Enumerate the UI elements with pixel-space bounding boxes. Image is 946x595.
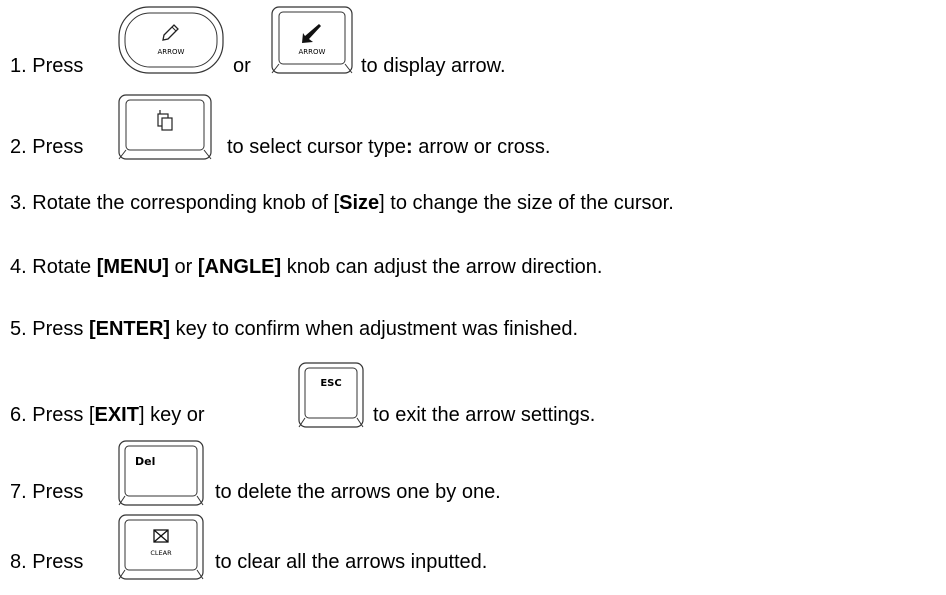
step-text: arrow or cross. xyxy=(412,136,551,158)
step-text: key to confirm when adjustment was finis… xyxy=(170,318,579,340)
step-5: 5. Press [ENTER] key to confirm when adj… xyxy=(10,317,578,341)
step-text: Press xyxy=(32,136,84,158)
step-1-or: or xyxy=(233,54,251,78)
step-text: to display arrow. xyxy=(361,55,506,77)
esc-key: ESC xyxy=(298,362,364,428)
step-1-rest: to display arrow. xyxy=(361,54,506,78)
step-7-rest: to delete the arrows one by one. xyxy=(215,480,501,504)
step-text: knob can adjust the arrow direction. xyxy=(281,256,603,278)
key-label: CLEAR xyxy=(150,549,172,557)
step-number: 6. xyxy=(10,404,27,426)
step-text: Rotate the corresponding knob of [ xyxy=(32,192,340,214)
step-text: Press xyxy=(32,318,89,340)
step-text: Press xyxy=(32,551,84,573)
step-number: 7. xyxy=(10,481,27,503)
cursor-type-key xyxy=(118,94,212,160)
step-2: 2. Press xyxy=(10,135,83,159)
step-text-bold: Size xyxy=(339,192,380,214)
step-2-rest: to select cursor type: arrow or cross. xyxy=(227,135,550,159)
step-text: to select cursor type xyxy=(227,136,406,158)
key-label: ESC xyxy=(320,378,341,389)
step-text: to clear all the arrows inputted. xyxy=(215,551,488,573)
step-number: 4. xyxy=(10,256,27,278)
step-7: 7. Press xyxy=(10,480,83,504)
step-text: ] to change the size of the cursor. xyxy=(379,192,674,214)
step-text-bold: : xyxy=(405,136,413,158)
step-text: Rotate xyxy=(32,256,97,278)
step-text: Press xyxy=(32,481,84,503)
step-number: 2. xyxy=(10,136,27,158)
clear-key: CLEAR xyxy=(118,514,204,580)
key-label: Del xyxy=(135,455,155,468)
step-number: 5. xyxy=(10,318,27,340)
arrow-key-rounded: ARROW xyxy=(118,6,224,74)
step-number: 3. xyxy=(10,192,27,214)
step-text: Press [ xyxy=(32,404,95,426)
step-text-bold: EXIT xyxy=(94,404,139,426)
step-text: Press xyxy=(32,55,84,77)
step-6-rest: to exit the arrow settings. xyxy=(373,403,595,427)
step-text-bold: [MENU] xyxy=(96,256,169,278)
step-text: to delete the arrows one by one. xyxy=(215,481,501,503)
key-label: ARROW xyxy=(299,48,326,56)
step-6: 6. Press [EXIT] key or xyxy=(10,403,205,427)
step-text: or xyxy=(168,256,198,278)
step-text-bold: [ANGLE] xyxy=(197,256,282,278)
step-number: 1. xyxy=(10,55,27,77)
step-text: to exit the arrow settings. xyxy=(373,404,596,426)
step-text: ] key or xyxy=(138,404,205,426)
step-text: or xyxy=(233,55,251,77)
step-1: 1. Press xyxy=(10,54,83,78)
arrow-key-square: ARROW xyxy=(271,6,353,74)
step-text-bold: [ENTER] xyxy=(88,318,171,340)
step-8: 8. Press xyxy=(10,550,83,574)
step-4: 4. Rotate [MENU] or [ANGLE] knob can adj… xyxy=(10,255,602,279)
step-3: 3. Rotate the corresponding knob of [Siz… xyxy=(10,191,674,215)
step-8-rest: to clear all the arrows inputted. xyxy=(215,550,487,574)
step-number: 8. xyxy=(10,551,27,573)
key-label: ARROW xyxy=(158,48,185,56)
del-key: Del xyxy=(118,440,204,506)
